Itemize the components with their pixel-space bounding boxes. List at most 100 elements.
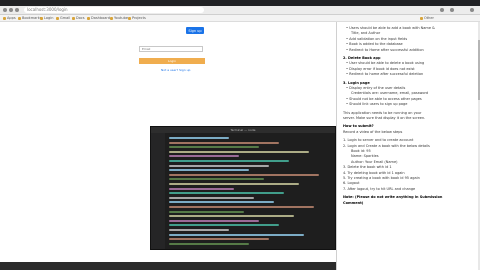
terminal-code-line	[169, 192, 284, 195]
url-field[interactable]: localhost:3000/login	[24, 7, 204, 13]
bookmark-item[interactable]: Youtube	[110, 16, 128, 21]
terminal-code-line	[169, 155, 239, 158]
document-line-text: How to submit?	[343, 124, 374, 129]
document-line: • Book is added to the database	[346, 42, 403, 46]
document-line-text: • Should not be able to access other pag…	[346, 96, 422, 101]
document-line: • Display error if book id does not exis…	[346, 67, 415, 71]
document-line-text: Note: (Please do not write anything in S…	[343, 195, 443, 200]
address-bar-row: localhost:3000/login	[0, 6, 480, 15]
terminal-code-line	[169, 229, 229, 231]
bookmark-item[interactable]: Docs	[72, 16, 85, 21]
document-line-text: • Users should be able to add a book wit…	[346, 26, 435, 30]
document-line-text: Title, and Author	[351, 31, 381, 36]
document-line: 1. Login to server and to create account	[343, 138, 413, 142]
terminal-code-line	[169, 206, 314, 208]
document-line: Author: Your Email (Name)	[351, 160, 397, 164]
document-line: • Should not be able to access other pag…	[346, 97, 422, 101]
back-icon[interactable]	[3, 8, 7, 12]
document-line-text: 4. Try deleting book with id 1 again	[343, 170, 405, 175]
document-line: 6. Logout	[343, 181, 359, 185]
document-line-text: Name: Sparkles	[351, 154, 379, 159]
document-line-text: 2. Login and Create a book with the belo…	[343, 143, 430, 148]
document-line: • Display entry of the user details	[346, 86, 405, 90]
bookmark-item[interactable]: Other	[420, 16, 434, 21]
document-line: 3. Delete the book with id 1	[343, 165, 392, 169]
terminal-code-line	[169, 183, 299, 185]
document-line-text: 5. Try creating a book with book id 95 a…	[343, 176, 420, 180]
bookmarks-bar: Apps Bookmarks Login Gmail Docs Dashboar…	[0, 15, 480, 22]
bookmark-item[interactable]: Login	[40, 16, 53, 21]
document-line: • User should be able to delete a book u…	[346, 61, 424, 65]
terminal-code-line	[169, 187, 234, 190]
extension-icon[interactable]	[440, 8, 444, 12]
document-line-text: 2. Delete Book app	[343, 56, 381, 60]
terminal-code-line	[169, 150, 309, 153]
document-line: Name: Sparkles	[351, 154, 379, 158]
document-line: Credentials are: username, email, passwo…	[351, 91, 428, 95]
terminal-code-line	[169, 141, 279, 144]
document-line-text: server. Make sure that display it on the…	[343, 116, 426, 120]
document-line: Book id: 95	[351, 149, 371, 153]
menu-icon[interactable]	[470, 8, 474, 12]
document-line: 2. Delete Book app	[343, 56, 381, 60]
document-line: How to submit?	[343, 124, 374, 128]
document-line-text: • Display entry of the user details	[346, 86, 406, 90]
bookmark-item[interactable]: Projects	[128, 16, 146, 21]
document-line-text: Book id: 95	[351, 149, 371, 153]
document-line-text: 7. After logout, try to hit URL and chan…	[343, 186, 416, 191]
terminal-code-line	[169, 137, 229, 139]
document-line: • Should link users to sign up page	[346, 102, 407, 106]
login-button[interactable]: Login	[139, 58, 205, 64]
terminal-code-line	[169, 164, 269, 167]
terminal-code-line	[169, 242, 249, 245]
document-line: 5. Try creating a book with book id 95 a…	[343, 176, 420, 180]
taskbar	[0, 262, 336, 270]
document-line: 4. Try deleting book with id 1 again	[343, 171, 405, 175]
signup-link[interactable]: Not a user? Sign up	[161, 68, 190, 72]
terminal-code-line	[169, 224, 279, 227]
document-line: Note: (Please do not write anything in S…	[343, 195, 442, 199]
terminal-code-line	[169, 233, 304, 236]
document-line-text: • Add validation on the input fields	[346, 36, 408, 41]
document-line: • Redirect to home after successful dele…	[346, 72, 423, 76]
document-line-text: Comment)	[343, 200, 364, 205]
document-line-text: 1. Login to server and to create account	[343, 138, 414, 143]
terminal-code-line	[169, 146, 259, 149]
terminal-code-line	[169, 238, 269, 241]
forward-icon[interactable]	[9, 8, 13, 12]
signup-button[interactable]: Sign up	[186, 27, 204, 34]
terminal-code-line	[169, 169, 249, 172]
document-line-text: • Display error if book id does not exis…	[346, 66, 415, 71]
terminal-title: Terminal — node	[151, 127, 335, 133]
document-line: Record a video of the below steps	[343, 130, 402, 134]
bookmark-item[interactable]: Apps	[3, 16, 16, 21]
document-line: 3. Login page	[343, 81, 370, 85]
terminal-code-line	[169, 215, 294, 218]
editor-gutter	[151, 133, 165, 249]
document-line-text: Record a video of the below steps	[343, 129, 403, 134]
terminal-code-line	[169, 201, 274, 204]
document-line: Title, and Author	[351, 31, 380, 35]
profile-icon[interactable]	[450, 8, 454, 12]
document-line-text: • Redirect to home after successful dele…	[346, 72, 424, 77]
document-line-text: • User should be able to delete a book u…	[346, 61, 425, 66]
email-field[interactable]	[139, 46, 203, 52]
terminal-code-line	[169, 210, 244, 213]
terminal-window[interactable]: Terminal — node	[150, 126, 336, 250]
terminal-code-line	[169, 178, 264, 181]
document-line: • Redirect to Home after successful addi…	[346, 48, 424, 52]
reload-icon[interactable]	[15, 8, 19, 12]
bookmark-item[interactable]: Bookmarks	[18, 16, 42, 21]
bookmark-item[interactable]: Gmail	[56, 16, 70, 21]
document-line: • Add validation on the input fields	[346, 37, 407, 41]
document-line: This application needs to be running on …	[343, 111, 421, 115]
document-line-text: • Redirect to Home after successful addi…	[346, 47, 424, 52]
terminal-code-line	[169, 219, 259, 222]
terminal-code-line	[169, 196, 254, 199]
document-line-text: • Book is added to the database	[346, 42, 403, 47]
terminal-code-line	[169, 173, 319, 176]
document-line: • Users should be able to add a book wit…	[346, 26, 435, 30]
terminal-code-line	[169, 160, 289, 162]
bookmark-item[interactable]: Dashboard	[87, 16, 110, 21]
document-line-text: Credentials are: username, email, passwo…	[351, 91, 429, 96]
